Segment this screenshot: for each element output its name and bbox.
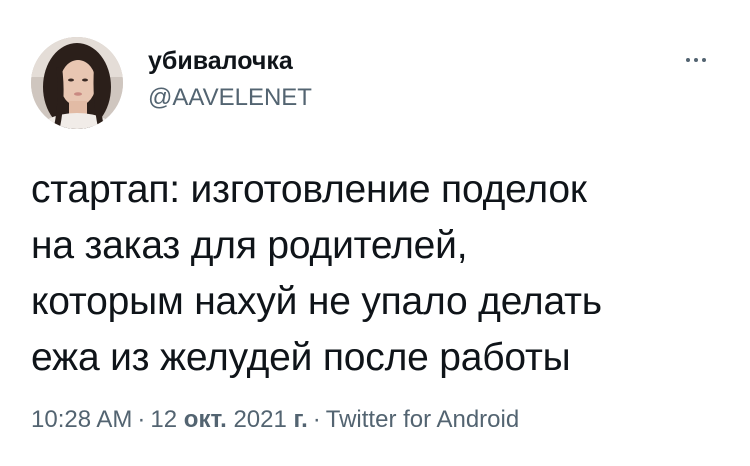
tweet-text-line: которым нахуй не упало делать: [31, 280, 602, 323]
tweet-text-line: на заказ для родителей,: [31, 224, 468, 267]
author-handle[interactable]: @AAVELENET: [148, 84, 312, 112]
avatar[interactable]: [31, 37, 123, 129]
tweet-card: убивалочка @AAVELENET стартап: изготовле…: [0, 0, 750, 466]
separator: ·: [312, 406, 321, 433]
tweet-text: стартап: изготовление поделок на заказ д…: [31, 162, 731, 386]
tweet-text-line: стартап: изготовление поделок: [31, 168, 587, 211]
tweet-text-line: ежа из желудей после работы: [31, 336, 571, 379]
author-display-name[interactable]: убивалочка: [148, 46, 293, 76]
tweet-year[interactable]: 2021: [233, 406, 286, 433]
tweet-month[interactable]: окт.: [184, 406, 227, 433]
separator: ·: [137, 406, 146, 433]
dot: [702, 58, 706, 62]
tweet-time[interactable]: 10:28 AM: [31, 406, 132, 433]
more-options-icon[interactable]: [674, 48, 718, 72]
avatar-image: [31, 37, 123, 129]
tweet-year-suffix[interactable]: г.: [294, 406, 308, 433]
dot: [686, 58, 690, 62]
dot: [694, 58, 698, 62]
tweet-source[interactable]: Twitter for Android: [326, 406, 519, 433]
tweet-meta: 10:28 AM · 12 окт. 2021 г. · Twitter for And…: [31, 405, 519, 435]
tweet-day[interactable]: 12: [150, 406, 177, 433]
